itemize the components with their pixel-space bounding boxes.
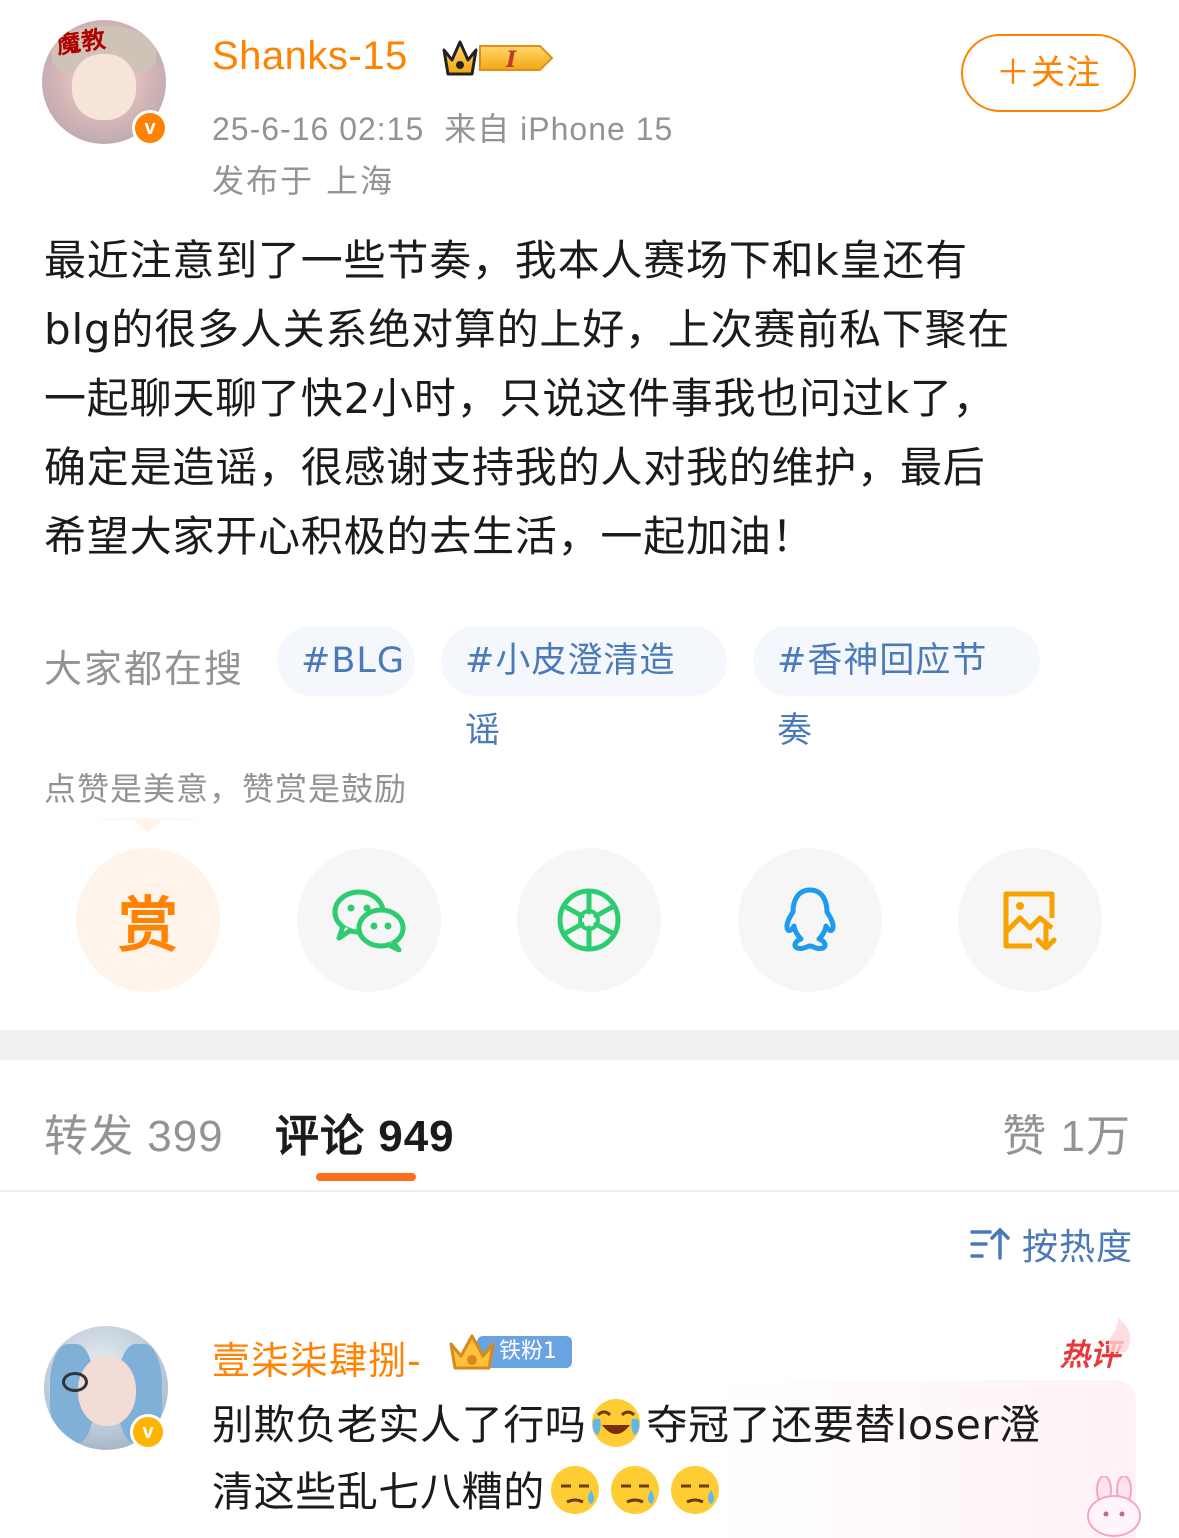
save-image-icon xyxy=(1003,891,1057,951)
tab-repost[interactable]: 转发 399 xyxy=(44,1100,224,1164)
fan-crown-icon xyxy=(449,1334,495,1370)
member-crown-badge-icon[interactable]: I xyxy=(440,38,554,78)
sort-by-hot-button[interactable]: 按热度 xyxy=(970,1222,1133,1268)
search-tag-clarify[interactable]: #小皮澄清造谣 xyxy=(441,626,727,751)
share-wechat-button[interactable] xyxy=(297,848,441,992)
reward-hint: 点赞是美意，赞赏是鼓励 xyxy=(44,770,408,808)
post-body: 最近注意到了一些节奏，我本人赛场下和k皇还有 blg的很多人关系绝对算的上好，上… xyxy=(44,226,1144,571)
laugh-cry-emoji-icon xyxy=(592,1399,641,1447)
follow-button[interactable]: ＋关注 xyxy=(961,34,1136,112)
search-tag-blg[interactable]: #BLG xyxy=(277,626,415,696)
share-qq-button[interactable] xyxy=(738,848,882,992)
tab-like[interactable]: 赞 1万 xyxy=(1002,1100,1131,1164)
post-text-line: 希望大家开心积极的去生活，一起加油！ xyxy=(44,512,815,561)
post-text-line: 确定是造谣，很感谢支持我的人对我的维护，最后 xyxy=(44,443,986,492)
reward-button[interactable]: 赏 xyxy=(76,848,220,992)
reward-icon: 赏 xyxy=(118,890,178,961)
verified-badge-icon: v xyxy=(132,110,168,146)
comment-text-part: 别欺负老实人了行吗 xyxy=(212,1401,587,1449)
post-location: 发布于 上海 xyxy=(212,162,395,200)
sort-icon xyxy=(970,1227,1010,1260)
fan-level-badge: 铁粉1 xyxy=(447,1332,572,1372)
post-text-line: 一起聊天聊了快2小时，只说这件事我也问过k了， xyxy=(44,374,996,423)
search-tag-response[interactable]: #香神回应节奏 xyxy=(753,626,1040,751)
post-time: 25-6-16 02:15 xyxy=(212,111,425,147)
hot-flame-icon xyxy=(1108,1318,1131,1352)
comment-author-name[interactable]: 壹柒柒肆捌- xyxy=(212,1330,422,1385)
active-tab-indicator xyxy=(316,1173,416,1181)
sweat-emoji-icon xyxy=(610,1466,659,1514)
bunny-decoration-icon xyxy=(1087,1476,1141,1537)
post-text-line: 最近注意到了一些节奏，我本人赛场下和k皇还有 xyxy=(44,236,968,285)
save-image-button[interactable] xyxy=(958,848,1102,992)
post-text-line: blg的很多人关系绝对算的上好，上次赛前私下聚在 xyxy=(44,305,1011,354)
sweat-emoji-icon xyxy=(550,1466,599,1514)
comment-text: 别欺负老实人了行吗 夺冠了还要替loser澄清这些乱七八糟的 xyxy=(212,1392,1122,1526)
section-divider xyxy=(0,1030,1179,1060)
hint-pointer xyxy=(78,818,218,836)
tab-divider xyxy=(0,1190,1179,1192)
level-badge-text: I xyxy=(505,47,517,73)
share-moments-button[interactable] xyxy=(517,848,661,992)
comment-text-part: 夺冠了还要替loser澄 xyxy=(646,1401,1041,1449)
sweat-emoji-icon xyxy=(670,1466,719,1514)
comment-text-part: 清这些乱七八糟的 xyxy=(212,1468,545,1516)
post-source: 来自 iPhone 15 xyxy=(444,111,674,147)
trending-search-label: 大家都在搜 xyxy=(44,647,245,691)
wechat-icon xyxy=(332,889,406,952)
moments-icon xyxy=(557,888,621,952)
sort-label: 按热度 xyxy=(1021,1227,1133,1268)
post-author-name[interactable]: Shanks-15 xyxy=(212,34,408,79)
qq-icon xyxy=(784,887,836,952)
post-meta: 25-6-16 02:15 来自 iPhone 15 xyxy=(212,104,673,150)
tab-comment[interactable]: 评论 949 xyxy=(275,1100,455,1164)
verified-badge-icon: v xyxy=(130,1414,166,1450)
